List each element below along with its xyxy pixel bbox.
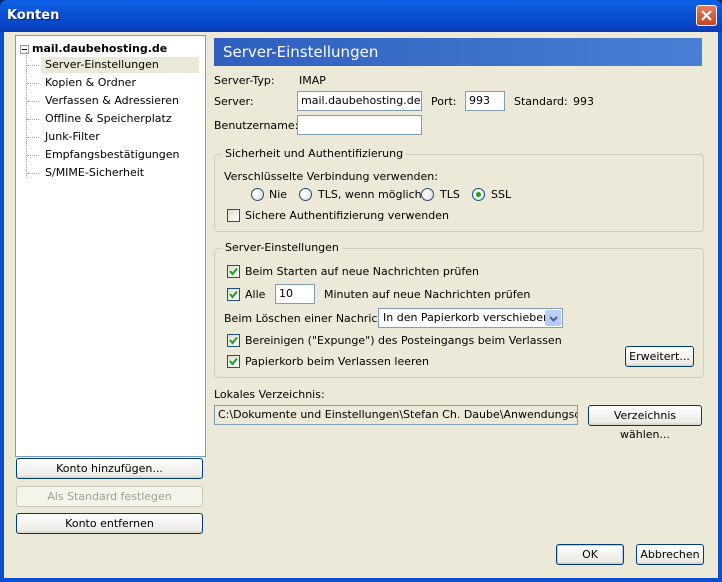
advanced-button[interactable]: Erweitert... <box>625 346 694 367</box>
interval-input[interactable]: 10 <box>275 284 315 304</box>
tree-item-offline[interactable]: Offline & Speicherplatz <box>41 111 176 127</box>
tree-item-server-settings[interactable]: Server-Einstellungen <box>41 57 199 73</box>
collapse-icon[interactable] <box>20 44 29 54</box>
check-every-label[interactable]: Alle <box>245 288 265 302</box>
radio-ssl[interactable] <box>472 188 485 201</box>
secure-auth-label[interactable]: Sichere Authentifizierung verwenden <box>245 209 449 223</box>
security-group-title: Sicherheit und Authentifizierung <box>222 147 407 161</box>
encryption-label: Verschlüsselte Verbindung verwenden: <box>224 170 438 183</box>
checkmark-icon <box>229 336 238 345</box>
server-type-value: IMAP <box>299 74 326 87</box>
radio-never[interactable] <box>251 188 264 201</box>
radio-tls[interactable] <box>421 188 434 201</box>
tree-item-receipts[interactable]: Empfangsbestätigungen <box>41 147 184 163</box>
dialog-client: mail.daubehosting.de Server-Einstellunge… <box>4 32 718 578</box>
on-delete-value: In den Papierkorb verschieben <box>383 311 550 324</box>
empty-trash-label[interactable]: Papierkorb beim Verlassen leeren <box>245 355 429 369</box>
account-tree[interactable]: mail.daubehosting.de Server-Einstellunge… <box>15 35 206 457</box>
cancel-button[interactable]: Abbrechen <box>636 544 704 565</box>
server-settings-group-title: Server-Einstellungen <box>222 241 342 255</box>
server-label: Server: <box>214 95 254 108</box>
panel-title: Server-Einstellungen <box>223 43 379 61</box>
radio-tls-if-possible-label[interactable]: TLS, wenn möglich <box>318 188 422 202</box>
port-input[interactable]: 993 <box>465 91 505 111</box>
radio-tls-label[interactable]: TLS <box>440 188 460 202</box>
empty-trash-checkbox[interactable] <box>227 355 240 368</box>
radio-tls-if-possible[interactable] <box>299 188 312 201</box>
add-account-button[interactable]: Konto hinzufügen... <box>16 458 203 479</box>
server-input[interactable]: mail.daubehosting.de <box>297 91 422 111</box>
standard-label: Standard: <box>514 95 568 108</box>
choose-directory-button[interactable]: Verzeichnis wählen... <box>588 405 702 441</box>
radio-ssl-label[interactable]: SSL <box>491 188 511 202</box>
title-bar[interactable]: Konten <box>0 0 722 32</box>
window-title: Konten <box>7 8 60 23</box>
minutes-label: Minuten auf neue Nachrichten prüfen <box>324 288 531 301</box>
check-every-checkbox[interactable] <box>227 288 240 301</box>
tree-item-composition[interactable]: Verfassen & Adressieren <box>41 93 183 109</box>
expunge-label[interactable]: Bereinigen ("Expunge") des Posteingangs … <box>245 334 562 348</box>
tree-item-copies-folders[interactable]: Kopien & Ordner <box>41 75 140 91</box>
checkmark-icon <box>229 290 238 299</box>
account-name: mail.daubehosting.de <box>32 42 168 55</box>
expunge-checkbox[interactable] <box>227 334 240 347</box>
server-type-label: Server-Typ: <box>214 74 275 87</box>
tree-account-root[interactable]: mail.daubehosting.de <box>20 41 167 57</box>
tree-item-smime[interactable]: S/MIME-Sicherheit <box>41 165 148 181</box>
account-settings-window: Konten mail.daubehosting.de Server-Einst… <box>0 0 722 582</box>
local-dir-label: Lokales Verzeichnis: <box>214 388 325 401</box>
ok-button[interactable]: OK <box>556 544 624 565</box>
chevron-down-icon[interactable] <box>545 310 561 326</box>
remove-account-button[interactable]: Konto entfernen <box>16 513 203 534</box>
checkmark-icon <box>229 357 238 366</box>
port-label: Port: <box>431 95 457 108</box>
check-on-start-checkbox[interactable] <box>227 265 240 278</box>
tree-item-junk[interactable]: Junk-Filter <box>41 129 104 145</box>
radio-never-label[interactable]: Nie <box>269 188 287 202</box>
check-on-start-label[interactable]: Beim Starten auf neue Nachrichten prüfen <box>245 265 479 279</box>
panel-header: Server-Einstellungen <box>214 38 702 66</box>
local-dir-input[interactable]: C:\Dokumente und Einstellungen\Stefan Ch… <box>214 405 578 425</box>
close-button[interactable] <box>696 5 717 26</box>
secure-auth-checkbox[interactable] <box>227 209 240 222</box>
close-icon <box>701 10 712 21</box>
checkmark-icon <box>229 267 238 276</box>
on-delete-label: Beim Löschen einer Nachricht: <box>224 312 393 325</box>
on-delete-select[interactable]: In den Papierkorb verschieben <box>378 308 563 328</box>
username-label: Benutzername: <box>214 119 299 132</box>
username-input[interactable] <box>297 115 422 135</box>
set-default-button[interactable]: Als Standard festlegen <box>16 486 203 507</box>
standard-value: 993 <box>573 95 594 108</box>
